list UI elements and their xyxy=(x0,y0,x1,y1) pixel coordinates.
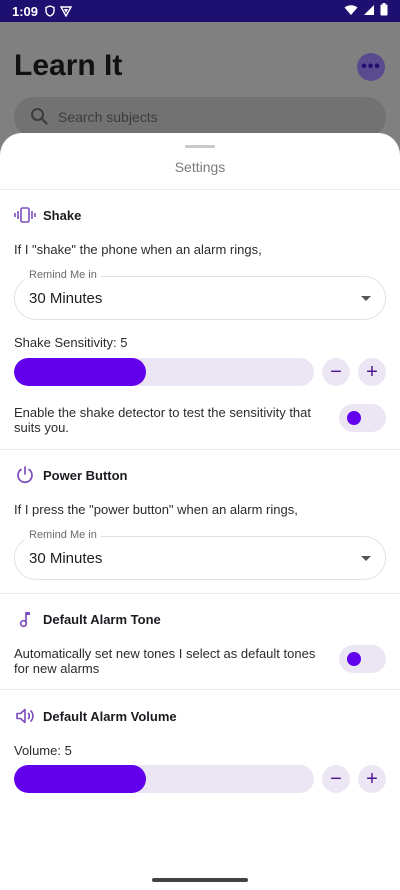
plus-icon: + xyxy=(366,361,378,383)
shake-section-header: Shake xyxy=(14,204,81,226)
search-placeholder: Search subjects xyxy=(58,109,158,125)
shake-heading: Shake xyxy=(43,207,82,223)
tone-text-line1: Automatically set new tones I select as … xyxy=(14,646,316,661)
volume-heading: Default Alarm Volume xyxy=(43,708,177,724)
shake-remind-label: Remind Me in xyxy=(25,269,101,281)
status-time: 1:09 xyxy=(12,3,39,19)
volume-decrease-button[interactable]: − xyxy=(322,765,350,793)
status-bar: 1:09 xyxy=(0,0,400,22)
divider xyxy=(0,189,400,190)
settings-sheet: Settings Shake If I "shake" the phone wh… xyxy=(0,133,400,890)
tone-heading: Default Alarm Tone xyxy=(43,611,161,627)
gesture-nav-bar[interactable] xyxy=(152,878,248,882)
more-options-button[interactable]: ••• xyxy=(357,53,385,81)
volume-fill xyxy=(14,765,146,793)
shake-sensitivity-fill xyxy=(14,358,146,386)
volume-section-header: Default Alarm Volume xyxy=(14,705,177,727)
tone-section-header: Default Alarm Tone xyxy=(14,608,161,630)
divider xyxy=(0,689,400,690)
plus-icon: + xyxy=(366,768,378,790)
shake-detector-text-line1: Enable the shake detector to test the se… xyxy=(14,405,312,420)
volume-increase-button[interactable]: + xyxy=(358,765,386,793)
power-description: If I press the "power button" when an al… xyxy=(14,502,298,517)
shake-detector-text: Enable the shake detector to test the se… xyxy=(14,405,311,435)
signal-icon xyxy=(363,4,375,19)
battery-icon xyxy=(380,3,388,19)
wifi-icon xyxy=(344,4,358,19)
volume-icon xyxy=(14,705,36,727)
shake-increase-button[interactable]: + xyxy=(358,358,386,386)
default-tone-toggle[interactable] xyxy=(339,645,386,673)
dropdown-arrow-icon xyxy=(361,556,371,561)
power-remind-dropdown[interactable]: Remind Me in 30 Minutes xyxy=(14,529,386,580)
shake-decrease-button[interactable]: − xyxy=(322,358,350,386)
shake-detector-text-line2: suits you. xyxy=(14,420,69,435)
shake-sensitivity-label: Shake Sensitivity: 5 xyxy=(14,335,128,350)
vibration-icon xyxy=(14,204,36,226)
tone-text: Automatically set new tones I select as … xyxy=(14,646,315,676)
power-section-header: Power Button xyxy=(14,464,128,486)
power-heading: Power Button xyxy=(43,467,128,483)
shake-remind-value: 30 Minutes xyxy=(29,290,103,307)
volume-slider[interactable] xyxy=(14,765,314,793)
volume-label: Volume: 5 xyxy=(14,743,72,758)
tone-text-line2: for new alarms xyxy=(14,661,100,676)
power-icon xyxy=(14,464,36,486)
shake-sensitivity-slider[interactable] xyxy=(14,358,314,386)
search-bar[interactable]: Search subjects xyxy=(14,97,386,137)
drag-handle[interactable] xyxy=(185,145,215,148)
minus-icon: − xyxy=(330,361,342,383)
divider xyxy=(0,593,400,594)
music-note-icon xyxy=(14,608,36,630)
shake-detector-toggle[interactable] xyxy=(339,404,386,432)
dropdown-arrow-icon xyxy=(361,296,371,301)
toggle-knob xyxy=(347,411,361,425)
more-icon: ••• xyxy=(361,58,381,75)
minus-icon: − xyxy=(330,768,342,790)
search-icon xyxy=(30,107,58,128)
toggle-knob xyxy=(347,652,361,666)
shake-description: If I "shake" the phone when an alarm rin… xyxy=(14,242,262,257)
divider xyxy=(0,449,400,450)
power-remind-label: Remind Me in xyxy=(25,529,101,541)
sheet-title: Settings xyxy=(174,159,226,175)
shield-icon xyxy=(44,5,56,17)
vpn-icon xyxy=(60,5,73,17)
shake-remind-dropdown[interactable]: Remind Me in 30 Minutes xyxy=(14,269,386,320)
power-remind-value: 30 Minutes xyxy=(29,550,103,567)
page-title: Learn It xyxy=(14,49,123,82)
